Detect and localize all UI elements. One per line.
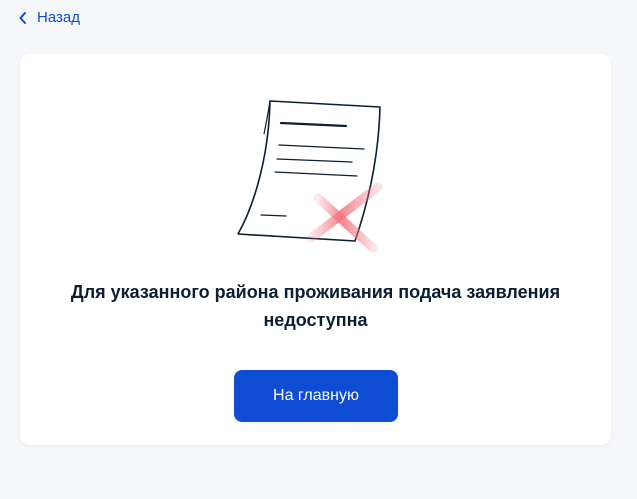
home-button[interactable]: На главную [234, 370, 398, 422]
back-link-label: Назад [37, 9, 80, 26]
back-link[interactable]: Назад [18, 9, 80, 26]
error-card: Для указанного района проживания подача … [20, 54, 611, 445]
unavailable-message: Для указанного района проживания подача … [70, 282, 561, 330]
chevron-left-icon [19, 11, 26, 24]
document-rejected-icon [237, 100, 383, 253]
